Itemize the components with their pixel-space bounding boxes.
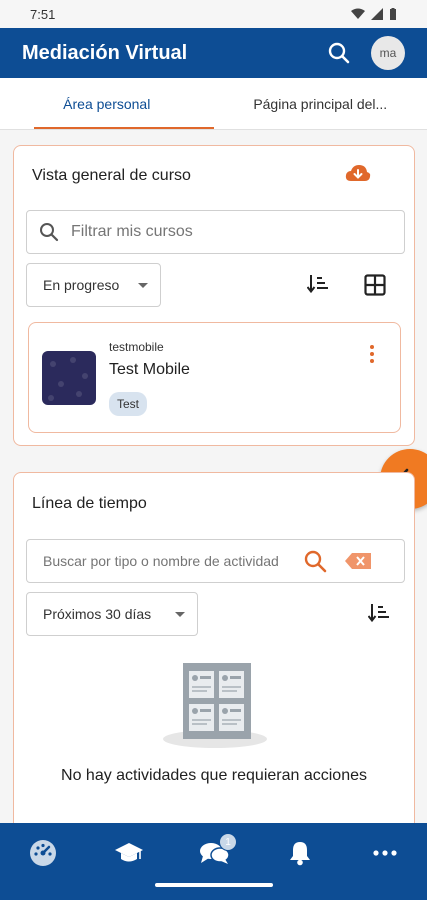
status-icons xyxy=(351,7,397,21)
chevron-down-icon xyxy=(175,611,185,617)
app-bar: Mediación Virtual ma xyxy=(0,28,427,78)
tab-label: Área personal xyxy=(63,95,151,112)
search-icon xyxy=(328,42,350,64)
messages-badge: 1 xyxy=(219,833,237,851)
course-image xyxy=(42,351,96,405)
course-filter-input[interactable] xyxy=(71,223,404,241)
more-icon xyxy=(373,850,397,856)
sort-icon xyxy=(367,604,389,623)
course-category: testmobile xyxy=(109,340,164,354)
home-indicator[interactable] xyxy=(155,883,273,887)
timeline-range-select[interactable]: Próximos 30 días xyxy=(26,592,198,636)
kebab-menu-icon[interactable] xyxy=(370,345,374,363)
cloud-download-icon xyxy=(345,165,371,181)
sort-courses-button[interactable] xyxy=(306,273,331,300)
course-name[interactable]: Test Mobile xyxy=(109,361,190,379)
grid-icon xyxy=(364,274,386,296)
download-courses-button[interactable] xyxy=(345,163,373,185)
nav-courses[interactable] xyxy=(107,835,151,871)
avatar[interactable]: ma xyxy=(371,36,405,70)
timeline-empty-message: No hay actividades que requieran accione… xyxy=(61,767,367,784)
status-time: 7:51 xyxy=(30,6,56,22)
app-title: Mediación Virtual xyxy=(22,41,188,64)
nav-dashboard[interactable] xyxy=(21,835,65,871)
search-icon[interactable] xyxy=(303,549,327,573)
course-tag: Test xyxy=(109,392,148,416)
sort-timeline-button[interactable] xyxy=(367,602,392,629)
nav-messages[interactable]: 1 xyxy=(193,833,237,871)
tab-bar: Área personal Página principal del... xyxy=(0,78,427,130)
search-icon xyxy=(40,223,59,242)
timeline-range-value: Próximos 30 días xyxy=(43,606,152,622)
bottom-navigation: 1 xyxy=(0,823,427,900)
course-item[interactable]: testmobile Test Mobile Test xyxy=(28,322,401,433)
course-overview-block: Vista general de curso En progreso testm… xyxy=(13,145,415,446)
timeline-search-field[interactable] xyxy=(26,539,405,583)
course-status-select[interactable]: En progreso xyxy=(26,263,161,307)
tab-site-home[interactable]: Página principal del... xyxy=(214,78,427,129)
course-status-value: En progreso xyxy=(43,277,120,293)
sort-icon xyxy=(306,275,328,294)
course-overview-title: Vista general de curso xyxy=(32,167,191,184)
nav-more[interactable] xyxy=(363,835,407,871)
timeline-title: Línea de tiempo xyxy=(32,495,147,512)
notifications-icon xyxy=(290,842,310,866)
timeline-block: Línea de tiempo Próximos 30 días No hay … xyxy=(13,472,415,832)
wifi-icon xyxy=(351,8,365,19)
timeline-search-input[interactable] xyxy=(43,553,295,569)
battery-icon xyxy=(390,7,396,20)
signal-icon xyxy=(371,8,383,20)
course-filter-field[interactable] xyxy=(26,210,405,254)
dashboard-icon xyxy=(30,840,56,866)
courses-icon xyxy=(115,843,143,862)
status-bar: 7:51 xyxy=(0,0,427,28)
clear-icon[interactable] xyxy=(345,553,371,569)
tab-label: Página principal del... xyxy=(253,95,388,112)
search-button[interactable] xyxy=(325,39,353,67)
nav-notifications[interactable] xyxy=(278,835,322,871)
tab-personal-area[interactable]: Área personal xyxy=(0,78,214,129)
layout-toggle-button[interactable] xyxy=(364,274,386,301)
empty-timeline-illustration xyxy=(162,659,268,749)
chevron-down-icon xyxy=(138,282,148,288)
